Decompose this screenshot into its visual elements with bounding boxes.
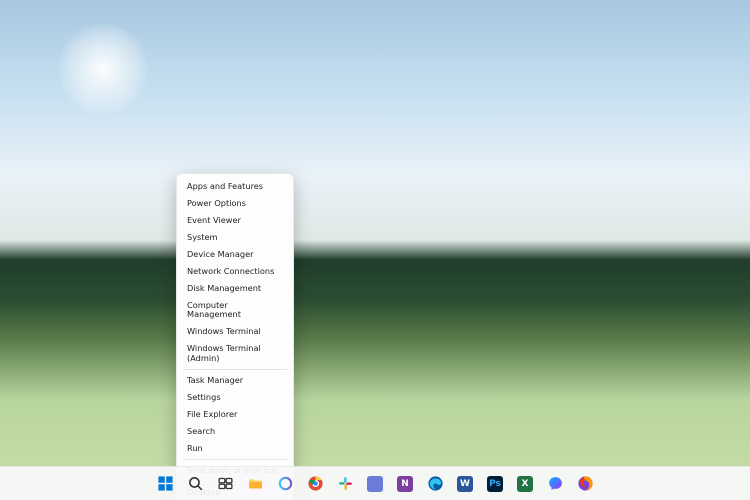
file-explorer-icon[interactable] xyxy=(243,472,267,496)
context-menu-item[interactable]: Apps and Features xyxy=(177,178,293,195)
context-menu-item[interactable]: System xyxy=(177,229,293,246)
context-menu-item-label: Power Options xyxy=(187,199,246,208)
context-menu-item-label: Event Viewer xyxy=(187,216,241,225)
context-menu-item[interactable]: Search xyxy=(177,423,293,440)
context-menu-item-label: System xyxy=(187,233,218,242)
context-menu-item-label: File Explorer xyxy=(187,410,237,419)
winx-context-menu: Apps and Features Power Options Event View… xyxy=(176,173,294,500)
context-menu-item[interactable]: Power Options xyxy=(177,195,293,212)
context-menu-item-label: Device Manager xyxy=(187,250,254,259)
context-menu-item[interactable]: Device Manager xyxy=(177,246,293,263)
context-menu-item-label: Search xyxy=(187,427,215,436)
firefox-icon[interactable] xyxy=(573,472,597,496)
messenger-icon[interactable] xyxy=(543,472,567,496)
photoshop-icon[interactable]: Ps xyxy=(483,472,507,496)
context-menu-item[interactable]: Run xyxy=(177,440,293,457)
slack-icon[interactable] xyxy=(333,472,357,496)
onenote-icon[interactable]: N xyxy=(393,472,417,496)
context-menu-item[interactable]: Event Viewer xyxy=(177,212,293,229)
wallpaper-sun xyxy=(58,24,148,114)
search-icon[interactable] xyxy=(183,472,207,496)
context-menu-item[interactable]: Settings xyxy=(177,389,293,406)
edge-icon[interactable] xyxy=(423,472,447,496)
context-menu-item-label: Network Connections xyxy=(187,267,274,276)
chrome-icon[interactable] xyxy=(303,472,327,496)
context-menu-item-label: Task Manager xyxy=(187,376,243,385)
context-menu-separator xyxy=(183,459,287,460)
context-menu-item-label: Computer Management xyxy=(187,301,283,320)
context-menu-separator xyxy=(183,369,287,370)
context-menu-item[interactable]: File Explorer xyxy=(177,406,293,423)
context-menu-item-label: Windows Terminal (Admin) xyxy=(187,344,283,363)
context-menu-item-label: Windows Terminal xyxy=(187,327,261,336)
context-menu-item-label: Run xyxy=(187,444,203,453)
app-icon-1[interactable] xyxy=(363,472,387,496)
start-icon[interactable] xyxy=(153,472,177,496)
context-menu-item-label: Disk Management xyxy=(187,284,261,293)
taskbar: N WPsX xyxy=(0,466,750,500)
context-menu-item-label: Settings xyxy=(187,393,221,402)
cortana-icon[interactable] xyxy=(273,472,297,496)
task-view-icon[interactable] xyxy=(213,472,237,496)
context-menu-item-label: Apps and Features xyxy=(187,182,263,191)
context-menu-item[interactable]: Windows Terminal xyxy=(177,324,293,341)
desktop[interactable]: Apps and Features Power Options Event View… xyxy=(0,0,750,500)
context-menu-item[interactable]: Network Connections xyxy=(177,263,293,280)
context-menu-item[interactable]: Computer Management xyxy=(177,297,293,323)
word-icon[interactable]: W xyxy=(453,472,477,496)
context-menu-item[interactable]: Disk Management xyxy=(177,280,293,297)
context-menu-item[interactable]: Task Manager xyxy=(177,372,293,389)
excel-icon[interactable]: X xyxy=(513,472,537,496)
context-menu-item[interactable]: Windows Terminal (Admin) xyxy=(177,341,293,367)
